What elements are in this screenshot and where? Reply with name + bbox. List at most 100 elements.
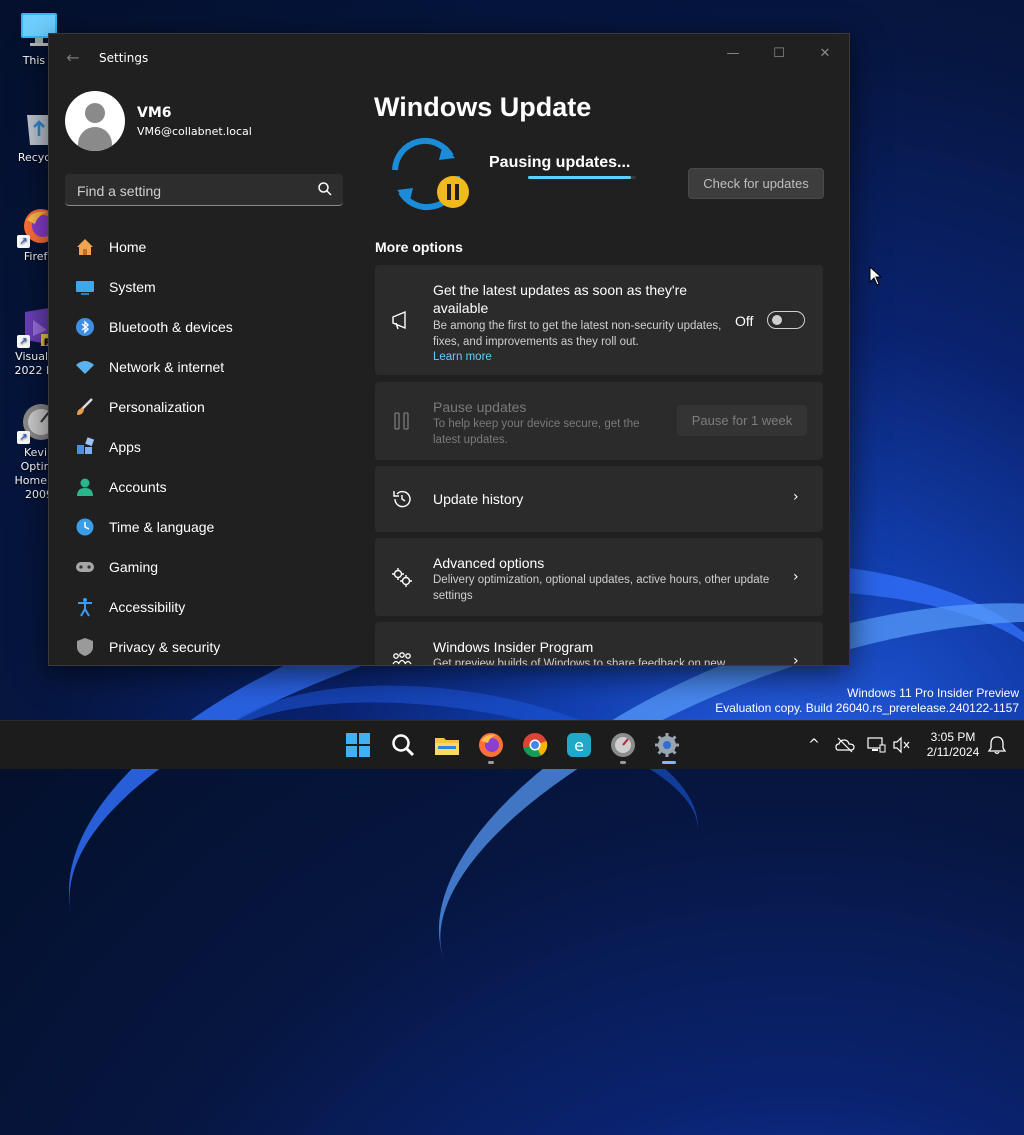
sidebar-item-label: Gaming bbox=[109, 559, 159, 575]
chevron-right-icon: › bbox=[793, 489, 799, 505]
search-icon[interactable] bbox=[317, 181, 333, 197]
chrome-icon[interactable] bbox=[521, 731, 549, 759]
sidebar-item-label: Network & internet bbox=[109, 359, 225, 375]
gears-icon bbox=[392, 568, 412, 587]
shortcut-arrow-icon: ↗ bbox=[17, 431, 30, 444]
maximize-button[interactable]: ☐ bbox=[757, 40, 801, 68]
edge-icon[interactable]: e bbox=[565, 731, 593, 759]
taskbar: e ^ 3:05 PM 2/11/2024 bbox=[0, 720, 1024, 769]
system-icon bbox=[75, 277, 95, 297]
back-button[interactable]: ← bbox=[63, 48, 83, 68]
update-history-card[interactable]: Update history › bbox=[375, 466, 823, 532]
system-clock[interactable]: 3:05 PM 2/11/2024 bbox=[922, 730, 984, 760]
minimize-button[interactable]: — bbox=[711, 40, 755, 68]
sidebar-item-label: Personalization bbox=[109, 399, 205, 415]
page-title: Windows Update bbox=[374, 92, 592, 122]
sidebar-item-home[interactable]: Home bbox=[65, 227, 345, 267]
advanced-options-card[interactable]: Advanced options Delivery optimization, … bbox=[375, 538, 823, 616]
notification-bell-icon[interactable] bbox=[987, 735, 1007, 755]
clock-time: 3:05 PM bbox=[930, 730, 976, 744]
pause-icon bbox=[394, 412, 409, 430]
status-progress-bar bbox=[528, 176, 636, 179]
search-icon[interactable] bbox=[389, 731, 417, 759]
history-icon bbox=[393, 490, 411, 508]
insider-program-card[interactable]: Windows Insider Program Get preview buil… bbox=[375, 622, 823, 666]
sync-icon bbox=[392, 137, 469, 211]
settings-gear-icon[interactable] bbox=[653, 731, 681, 759]
sidebar-item-accounts[interactable]: Accounts bbox=[65, 467, 345, 507]
pause-updates-title: Pause updates bbox=[433, 399, 527, 415]
sidebar-item-label: Accounts bbox=[109, 479, 167, 495]
shortcut-arrow-icon: ↗ bbox=[17, 335, 30, 348]
globe-icon bbox=[75, 517, 95, 537]
latest-updates-card[interactable]: Get the latest updates as soon as they'r… bbox=[375, 265, 823, 375]
optimizer-app-icon[interactable] bbox=[609, 731, 637, 759]
advanced-options-description: Delivery optimization, optional updates,… bbox=[433, 574, 770, 602]
user-name: VM6 bbox=[137, 105, 172, 121]
gamepad-icon bbox=[75, 557, 95, 577]
running-indicator bbox=[620, 761, 626, 764]
pause-updates-card: Pause updates To help keep your device s… bbox=[375, 382, 823, 460]
chevron-right-icon: › bbox=[793, 569, 799, 585]
search-box[interactable] bbox=[65, 174, 343, 206]
volume-muted-icon[interactable] bbox=[892, 735, 912, 755]
tray-overflow-chevron-icon[interactable]: ^ bbox=[804, 735, 824, 755]
sidebar-item-system[interactable]: System bbox=[65, 267, 345, 307]
sidebar-item-bluetooth[interactable]: Bluetooth & devices bbox=[65, 307, 345, 347]
brush-icon bbox=[75, 397, 95, 417]
sidebar-item-label: Time & language bbox=[109, 519, 215, 535]
settings-window: ← Settings — ☐ ✕ VM6 VM6@collabnet.local… bbox=[48, 33, 850, 666]
toggle-knob bbox=[772, 315, 782, 325]
avatar-head bbox=[85, 103, 105, 123]
sidebar-item-label: Accessibility bbox=[109, 599, 186, 615]
home-icon bbox=[75, 237, 95, 257]
file-explorer-icon[interactable] bbox=[433, 731, 461, 759]
insider-program-title: Windows Insider Program bbox=[433, 639, 594, 655]
watermark-line2: Evaluation copy. Build 26040.rs_prerelea… bbox=[715, 701, 1019, 715]
latest-updates-title: Get the latest updates as soon as they'r… bbox=[433, 282, 688, 316]
sidebar-item-label: Privacy & security bbox=[109, 639, 221, 655]
more-options-heading: More options bbox=[375, 239, 463, 255]
update-history-title: Update history bbox=[433, 491, 524, 507]
avatar[interactable] bbox=[65, 91, 125, 151]
megaphone-icon bbox=[392, 310, 406, 330]
active-indicator bbox=[662, 761, 676, 764]
shortcut-arrow-icon: ↗ bbox=[17, 235, 30, 248]
sidebar-nav: Home System Bluetooth & devices Network … bbox=[65, 227, 345, 665]
insider-program-description: Get preview builds of Windows to share f… bbox=[433, 658, 726, 666]
sidebar-item-time-language[interactable]: Time & language bbox=[65, 507, 345, 547]
avatar-body bbox=[78, 127, 112, 151]
close-button[interactable]: ✕ bbox=[803, 40, 847, 68]
shield-icon bbox=[75, 637, 95, 657]
start-icon[interactable] bbox=[344, 731, 372, 759]
toggle-state-label: Off bbox=[735, 313, 754, 329]
onedrive-offline-icon[interactable] bbox=[835, 735, 855, 755]
sidebar-item-privacy[interactable]: Privacy & security bbox=[65, 627, 345, 665]
latest-updates-description: Be among the first to get the latest non… bbox=[433, 320, 722, 348]
title-bar[interactable]: ← Settings — ☐ ✕ bbox=[49, 34, 849, 82]
latest-updates-toggle[interactable] bbox=[767, 311, 805, 329]
window-title: Settings bbox=[99, 51, 149, 65]
update-status-text: Pausing updates... bbox=[489, 154, 631, 171]
learn-more-link[interactable]: Learn more bbox=[433, 351, 492, 363]
wifi-icon bbox=[75, 357, 95, 377]
advanced-options-title: Advanced options bbox=[433, 555, 545, 571]
sidebar-item-accessibility[interactable]: Accessibility bbox=[65, 587, 345, 627]
svg-text:e: e bbox=[574, 736, 584, 755]
user-email: VM6@collabnet.local bbox=[137, 125, 252, 138]
accounts-icon bbox=[75, 477, 95, 497]
search-input[interactable] bbox=[75, 180, 309, 202]
sidebar-item-gaming[interactable]: Gaming bbox=[65, 547, 345, 587]
sidebar-item-network[interactable]: Network & internet bbox=[65, 347, 345, 387]
insider-people-icon bbox=[392, 652, 412, 665]
mouse-cursor-icon bbox=[869, 266, 883, 286]
firefox-icon[interactable] bbox=[477, 731, 505, 759]
sidebar-item-personalization[interactable]: Personalization bbox=[65, 387, 345, 427]
sidebar-item-label: Apps bbox=[109, 439, 141, 455]
sidebar-item-label: System bbox=[109, 279, 156, 295]
chevron-right-icon: › bbox=[793, 653, 799, 666]
evaluation-watermark: Windows 11 Pro Insider Preview Evaluatio… bbox=[715, 686, 1019, 716]
check-for-updates-button[interactable]: Check for updates bbox=[688, 168, 824, 199]
network-icon[interactable] bbox=[866, 735, 886, 755]
sidebar-item-apps[interactable]: Apps bbox=[65, 427, 345, 467]
